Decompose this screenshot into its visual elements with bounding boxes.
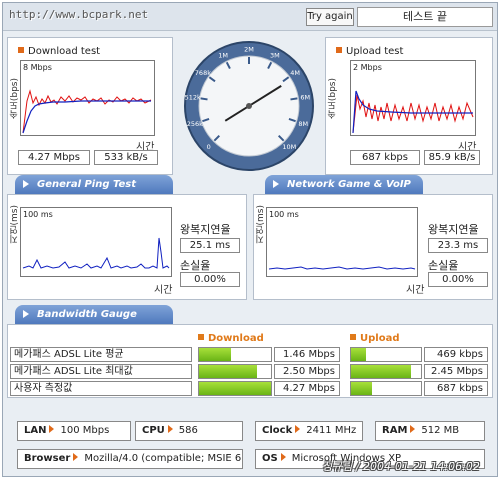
gauge-upload-fill — [351, 348, 367, 361]
gauge-row-label: 메가패스 ADSL Lite 평균 — [10, 347, 192, 362]
ping-left-xlabel: 시간 — [154, 285, 173, 296]
ping-right-curve — [268, 266, 416, 270]
upload-ylabel: 속도(bps) — [328, 78, 338, 120]
play-arrow-icon — [273, 180, 279, 188]
tab-network-game[interactable]: Network Game & VoIP Test — [265, 175, 423, 209]
gauge-download-value: 2.50 Mbps — [274, 364, 340, 379]
speedometer-tick — [200, 97, 208, 101]
arrow-right-icon — [73, 453, 79, 461]
ping-right-xlabel: 시간 — [406, 285, 425, 296]
gauge-download-header: Download — [198, 333, 264, 344]
speedometer-tick-label: 3M — [270, 52, 280, 60]
download-kbs: 533 kB/s — [94, 150, 158, 165]
ping-right-loss-label: 손실율 — [428, 259, 459, 272]
upload-panel: Upload test 속도(bps) 2 Mbps 시간 687 kbps 8… — [325, 37, 493, 175]
gauge-upload-bar — [350, 381, 422, 396]
speedometer-tick-label: 8M — [298, 120, 308, 128]
orange-square-icon — [198, 334, 204, 340]
speedometer-tick-label: 256k — [187, 120, 203, 128]
ping-left-rtt-label: 왕복지연율 — [180, 223, 231, 236]
ping-left-loss: 0.00% — [180, 272, 240, 287]
download-curve-red — [22, 89, 152, 134]
gauge-upload-bar — [350, 347, 422, 362]
ping-panel-right: 지연(ms) 100 ms 시간 왕복지연율 23.3 ms 손실율 0.00% — [253, 194, 493, 300]
ping-left-rtt: 25.1 ms — [180, 238, 240, 253]
upload-title: Upload test — [336, 46, 403, 57]
speedometer-tick-label: 1M — [218, 52, 228, 60]
upload-kbs: 85.9 kB/s — [424, 150, 480, 165]
gauge-download-bar — [198, 381, 272, 396]
ping-right-rtt: 23.3 ms — [428, 238, 488, 253]
arrow-right-icon — [295, 425, 301, 433]
play-arrow-icon — [23, 310, 29, 318]
speedometer: 0 256k 512k 768k 1M 2M 3M 4M 6M 8M 10M — [179, 37, 319, 175]
speedtest-window: http://www.bcpark.net Try again 테스트 끝 Do… — [2, 2, 498, 477]
speedometer-tick-label: 10M — [282, 143, 296, 151]
arrow-right-icon — [280, 453, 286, 461]
try-again-button[interactable]: Try again — [306, 8, 354, 26]
gauge-download-bar — [198, 364, 272, 379]
ping-right-rtt-label: 왕복지연율 — [428, 223, 479, 236]
speedometer-hub — [246, 103, 252, 109]
gauge-download-fill — [199, 382, 271, 395]
gauge-download-fill — [199, 365, 257, 378]
clock-info: Clock 2411 MHz — [255, 421, 363, 441]
speedometer-tick — [290, 97, 298, 101]
download-mbps: 4.27 Mbps — [18, 150, 90, 165]
gauge-upload-value: 687 kbps — [424, 381, 488, 396]
speedometer-tick-label: 4M — [290, 69, 300, 77]
orange-square-icon — [350, 334, 356, 340]
download-curve-blue — [22, 100, 151, 134]
status-display: 테스트 끝 — [357, 7, 493, 27]
tab-bandwidth-gauge[interactable]: Bandwidth Gauge — [15, 305, 173, 324]
gauge-upload-value: 2.45 Mbps — [424, 364, 488, 379]
gauge-upload-fill — [351, 365, 412, 378]
lan-info: LAN 100 Mbps — [17, 421, 131, 441]
speedometer-tick-label: 768k — [195, 69, 211, 77]
orange-square-icon — [336, 47, 342, 53]
gauge-download-bar — [198, 347, 272, 362]
speedometer-tick-label: 512k — [185, 94, 201, 102]
gauge-row-label: 메가패스 ADSL Lite 최대값 — [10, 364, 192, 379]
top-bar: http://www.bcpark.net Try again 테스트 끝 — [3, 3, 497, 31]
play-arrow-icon — [23, 180, 29, 188]
cpu-info: CPU 586 — [135, 421, 243, 441]
tab-general-ping[interactable]: General Ping Test — [15, 175, 173, 194]
gauge-upload-fill — [351, 382, 372, 395]
gauge-download-value: 1.46 Mbps — [274, 347, 340, 362]
upload-curve-red — [352, 94, 474, 134]
arrow-right-icon — [410, 425, 416, 433]
gauge-download-value: 4.27 Mbps — [274, 381, 340, 396]
gauge-upload-header: Upload — [350, 333, 399, 344]
ping-left-loss-label: 손실율 — [180, 259, 211, 272]
gauge-upload-bar — [350, 364, 422, 379]
gauge-upload-value: 469 kbps — [424, 347, 488, 362]
ping-right-graph: 100 ms — [266, 207, 418, 277]
browser-info: Browser Mozilla/4.0 (compatible; MSIE 6.0 — [17, 449, 243, 469]
upload-kbps: 687 kbps — [350, 150, 420, 165]
arrow-right-icon — [167, 425, 173, 433]
ping-left-graph: 100 ms — [20, 207, 172, 277]
ping-right-loss: 0.00% — [428, 272, 488, 287]
bandwidth-panel: Download Upload 메가패스 ADSL Lite 평균 1.46 M… — [7, 324, 493, 398]
gauge-row-label: 사용자 측정값 — [10, 381, 192, 396]
upload-graph: 2 Mbps — [350, 60, 476, 136]
download-graph: 8 Mbps — [20, 60, 155, 136]
orange-square-icon — [18, 47, 24, 53]
download-panel: Download test 속도(bps) 8 Mbps 시간 4.27 Mbp… — [7, 37, 173, 175]
gauge-download-fill — [199, 348, 231, 361]
ram-info: RAM 512 MB — [375, 421, 485, 441]
watermark: 정규림 / 2004-01-21 14:06:02 — [322, 460, 480, 473]
speedometer-tick-label: 6M — [300, 94, 310, 102]
speedometer-tick-label: 0 — [207, 143, 211, 151]
arrow-right-icon — [49, 425, 55, 433]
download-title: Download test — [18, 46, 100, 57]
ping-left-curve — [22, 237, 170, 269]
site-url: http://www.bcpark.net — [9, 8, 149, 21]
speedometer-tick-label: 2M — [244, 46, 254, 54]
ping-panel-left: 지연(ms) 100 ms 시간 왕복지연율 25.1 ms 손실율 0.00% — [7, 194, 247, 300]
